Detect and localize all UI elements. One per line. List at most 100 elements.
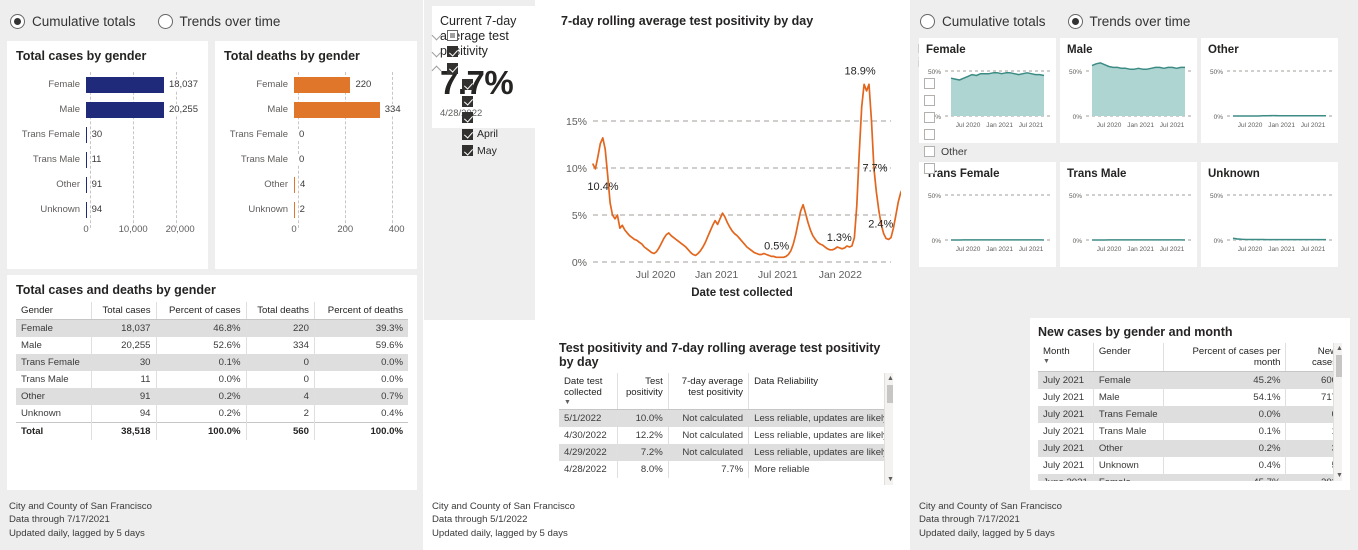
table-row[interactable]: July 2021Trans Male0.1%1 xyxy=(1038,423,1342,440)
table-row[interactable]: July 2021 Male 54.1% 717 xyxy=(1038,389,1342,406)
bar[interactable] xyxy=(86,151,87,168)
bar[interactable] xyxy=(294,101,380,118)
column-header[interactable]: Gender xyxy=(1093,343,1164,372)
bar-value-label: 94 xyxy=(90,204,104,215)
bar-row[interactable]: Trans Female 0 xyxy=(224,122,408,147)
column-header[interactable]: Test positivity xyxy=(617,373,669,410)
table-row[interactable]: Unknown 94 0.2% 2 0.4% xyxy=(16,405,408,423)
radio-trends-over-time-right[interactable]: Trends over time xyxy=(1067,14,1190,29)
column-header[interactable]: Percent of cases xyxy=(156,302,247,320)
checkbox-2022[interactable] xyxy=(447,62,458,74)
table-scrollbar[interactable]: ▲ ▼ xyxy=(884,373,893,485)
checkbox-Unknown[interactable] xyxy=(924,163,935,174)
radio-icon-selected xyxy=(10,14,25,29)
table-row[interactable]: Trans Male 11 0.0% 0 0.0% xyxy=(16,371,408,388)
checkbox-April[interactable] xyxy=(462,128,473,140)
small-multiple-title: Male xyxy=(1067,44,1093,56)
table-row[interactable]: Other 91 0.2% 4 0.7% xyxy=(16,388,408,405)
column-header[interactable]: Date test collected ▼ xyxy=(559,373,619,410)
radio-cumulative-totals-left[interactable]: Cumulative totals xyxy=(10,14,136,29)
table-header-row[interactable]: Gender Total cases Percent of cases Total d… xyxy=(16,302,408,320)
checkbox-Other[interactable] xyxy=(924,146,935,157)
bar[interactable] xyxy=(86,76,164,93)
table-row[interactable]: 5/1/2022 10.0% Not calculated Less reliable… xyxy=(559,409,893,427)
scroll-up-icon[interactable]: ▲ xyxy=(887,375,893,382)
column-header[interactable]: Total cases xyxy=(91,302,157,320)
bar[interactable] xyxy=(86,126,87,143)
checkbox-March[interactable] xyxy=(462,112,473,124)
scroll-up-icon[interactable]: ▲ xyxy=(1336,345,1342,352)
bar-row[interactable]: Unknown 94 xyxy=(16,197,199,222)
tree-node-April[interactable]: April xyxy=(462,126,527,143)
column-header[interactable]: Gender xyxy=(16,302,93,320)
table-header-row[interactable]: Month ▼ Gender Percent of cases per month Ne… xyxy=(1038,343,1342,372)
x-axis-tick-label: Jul 2021 xyxy=(1019,246,1044,253)
radio-trends-over-time-left[interactable]: Trends over time xyxy=(157,14,280,29)
bar-row[interactable]: Other 4 xyxy=(224,172,408,197)
gender-filter-other[interactable]: Other xyxy=(924,143,1007,160)
bar[interactable] xyxy=(86,176,87,193)
radio-cumulative-totals-right[interactable]: Cumulative totals xyxy=(920,14,1046,29)
table-row[interactable]: June 2021Female45.7%202 xyxy=(1038,474,1342,481)
table-row[interactable]: July 2021 Female 45.2% 600 xyxy=(1038,371,1342,389)
table-row[interactable]: July 2021Trans Female0.0%0 xyxy=(1038,406,1342,423)
column-header[interactable]: Total deaths xyxy=(246,302,315,320)
checkbox-2021[interactable] xyxy=(447,46,458,58)
bar-value-label: 18,037 xyxy=(167,79,199,90)
table-row[interactable]: Female 18,037 46.8% 220 39.3% xyxy=(16,319,408,337)
bar-row[interactable]: Trans Male 11 xyxy=(16,147,199,172)
tree-node-May[interactable]: May xyxy=(462,143,527,160)
table-row[interactable]: 4/29/2022 7.2% Not calculated Less reliable… xyxy=(559,444,893,461)
bar-row[interactable]: Other 91 xyxy=(16,172,199,197)
column-header[interactable]: Month ▼ xyxy=(1038,343,1094,372)
checkbox-Female[interactable] xyxy=(924,78,935,89)
scroll-down-icon[interactable]: ▼ xyxy=(1336,472,1342,479)
bar[interactable] xyxy=(86,101,164,118)
x-axis-tick-label: Jul 2021 xyxy=(758,269,798,281)
right-view-toggle[interactable]: Cumulative totals Trends over time xyxy=(910,0,1358,34)
bar[interactable] xyxy=(86,201,87,218)
scroll-thumb[interactable] xyxy=(886,385,893,403)
bar-row[interactable]: Trans Male 0 xyxy=(224,147,408,172)
table-row[interactable]: Male 20,255 52.6% 334 59.6% xyxy=(16,337,408,354)
checkbox-2020[interactable] xyxy=(447,29,458,41)
table-test-positivity[interactable]: Date test collected ▼ Test positivity 7-day… xyxy=(559,373,893,478)
bar-row[interactable]: Male 334 xyxy=(224,97,408,122)
scroll-thumb[interactable] xyxy=(1335,355,1342,377)
table-new-cases[interactable]: Month ▼ Gender Percent of cases per month Ne… xyxy=(1038,343,1342,481)
bar[interactable] xyxy=(294,201,295,218)
bar-row[interactable]: Female 220 xyxy=(224,72,408,97)
table-cases-deaths-by-gender[interactable]: Gender Total cases Percent of cases Total d… xyxy=(16,302,408,440)
chevron-down-icon[interactable] xyxy=(432,46,443,57)
table-row[interactable]: July 2021Unknown0.4%5 xyxy=(1038,457,1342,474)
bar-row[interactable]: Unknown 2 xyxy=(224,197,408,222)
table-scrollbar[interactable]: ▲ ▼ xyxy=(1333,343,1342,481)
bar-row[interactable]: Female 18,037 xyxy=(16,72,199,97)
checkbox-January[interactable] xyxy=(462,79,473,91)
table-row[interactable]: 4/30/2022 12.2% Not calculated Less reliabl… xyxy=(559,427,893,444)
bar-row[interactable]: Male 20,255 xyxy=(16,97,199,122)
table-cell: 46.8% xyxy=(156,319,247,337)
area-chart: 0% 50% Jul 2020 Jan 2021 Jul 2021 xyxy=(1210,69,1332,129)
chevron-down-icon[interactable] xyxy=(432,30,443,41)
table-row[interactable]: 4/28/2022 8.0% 7.7% More reliable xyxy=(559,461,893,478)
table-header-row[interactable]: Date test collected ▼ Test positivity 7-day… xyxy=(559,373,893,410)
checkbox-Trans Male[interactable] xyxy=(924,129,935,140)
table-row[interactable]: Trans Female 30 0.1% 0 0.0% xyxy=(16,354,408,371)
column-header[interactable]: 7-day average test positivity xyxy=(668,373,750,410)
chevron-up-icon[interactable] xyxy=(432,63,443,74)
bar-row[interactable]: Trans Female 30 xyxy=(16,122,199,147)
bar[interactable] xyxy=(294,76,351,93)
table-cell: 8.0% xyxy=(617,461,669,478)
table-row[interactable]: July 2021Other0.2%3 xyxy=(1038,440,1342,457)
checkbox-Trans Female[interactable] xyxy=(924,112,935,123)
column-header[interactable]: Data Reliability xyxy=(748,373,893,410)
checkbox-February[interactable] xyxy=(462,95,473,107)
checkbox-May[interactable] xyxy=(462,145,473,157)
checkbox-Male[interactable] xyxy=(924,95,935,106)
scroll-down-icon[interactable]: ▼ xyxy=(887,476,893,483)
bar[interactable] xyxy=(294,176,296,193)
column-header[interactable]: Percent of cases per month xyxy=(1163,343,1287,372)
left-view-toggle[interactable]: Cumulative totals Trends over time xyxy=(0,0,423,34)
column-header[interactable]: Percent of deaths xyxy=(314,302,408,320)
